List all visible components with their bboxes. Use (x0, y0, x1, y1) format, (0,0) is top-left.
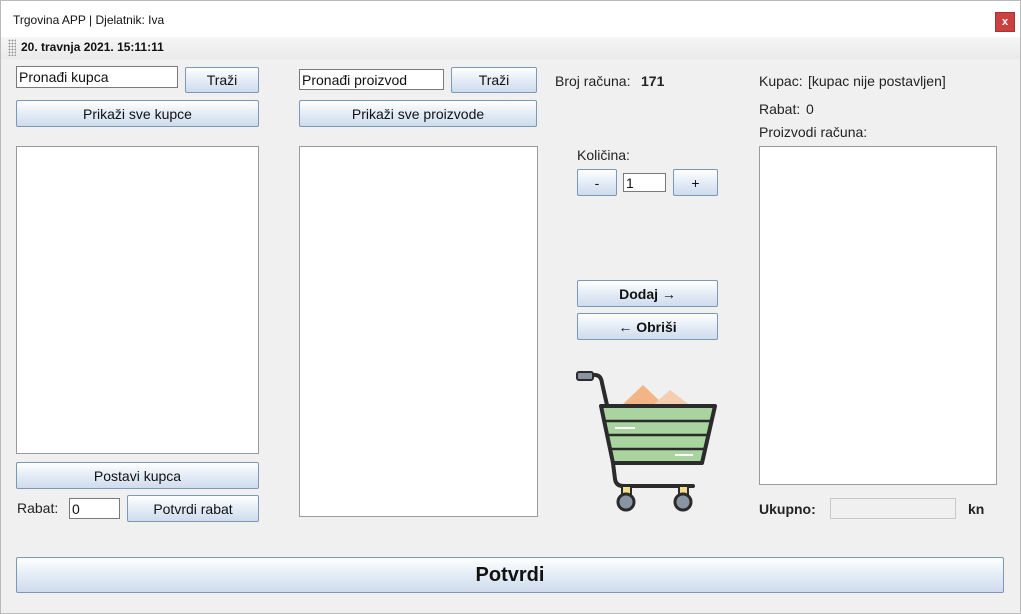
invoice-products-list[interactable] (759, 146, 997, 485)
product-search-button[interactable]: Traži (451, 67, 537, 93)
show-all-products-button[interactable]: Prikaži sve proizvode (299, 100, 537, 127)
total-field (830, 498, 956, 519)
show-all-customers-button[interactable]: Prikaži sve kupce (16, 100, 259, 127)
current-datetime: 20. travnja 2021. 15:11:11 (21, 40, 164, 54)
customer-rabat-input[interactable] (69, 498, 120, 519)
quantity-input[interactable] (623, 173, 666, 192)
product-search-input[interactable] (299, 69, 444, 90)
quantity-label: Količina: (577, 147, 630, 163)
quantity-increase-button[interactable]: + (673, 169, 718, 196)
shopping-cart-icon (576, 371, 717, 512)
invoice-number-value: 171 (641, 73, 665, 89)
toolbar-grip-icon[interactable] (8, 39, 16, 56)
confirm-rabat-button[interactable]: Potvrdi rabat (127, 495, 259, 522)
title-bar: Trgovina APP | Djelatnik: Iva x (1, 1, 1020, 37)
currency-label: kn (968, 501, 985, 517)
invoice-products-label: Proizvodi računa: (759, 124, 868, 140)
set-customer-button[interactable]: Postavi kupca (16, 462, 259, 489)
quantity-decrease-button[interactable]: - (577, 169, 617, 196)
confirm-invoice-button[interactable]: Potvrdi (16, 557, 1004, 593)
close-button[interactable]: x (995, 12, 1015, 32)
customer-search-input[interactable] (16, 66, 178, 88)
summary-rabat-value: 0 (806, 101, 814, 117)
product-list[interactable] (299, 146, 538, 517)
customer-search-button[interactable]: Traži (185, 67, 259, 93)
customer-list[interactable] (16, 146, 259, 454)
customer-label: Kupac: (759, 73, 803, 89)
date-toolbar: 20. travnja 2021. 15:11:11 (1, 37, 1020, 59)
remove-product-button[interactable]: ← Obriši (577, 313, 718, 340)
customer-rabat-label: Rabat: (17, 500, 59, 516)
invoice-number-label: Broj računa: (555, 73, 631, 89)
summary-rabat-label: Rabat: (759, 101, 801, 117)
add-product-button[interactable]: Dodaj → (577, 280, 718, 307)
total-label: Ukupno: (759, 501, 816, 517)
app-window: Trgovina APP | Djelatnik: Iva x 20. trav… (0, 0, 1021, 614)
window-title: Trgovina APP | Djelatnik: Iva (13, 13, 165, 27)
customer-value: [kupac nije postavljen] (808, 73, 946, 89)
